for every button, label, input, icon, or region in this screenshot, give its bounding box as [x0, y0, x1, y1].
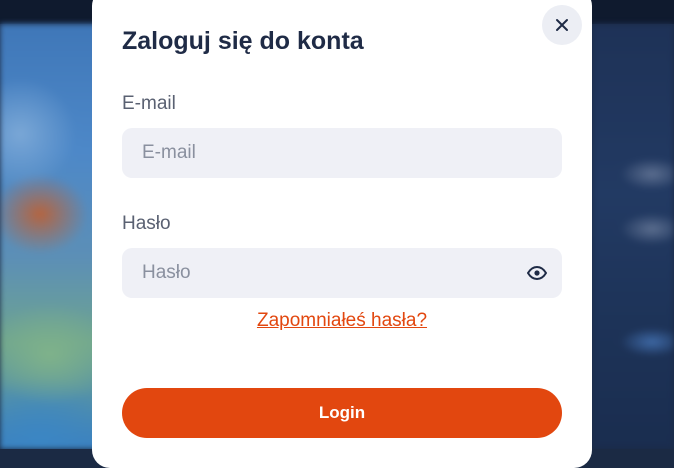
password-field-wrapper	[122, 248, 562, 298]
forgot-password-link[interactable]: Zapomniałeś hasła?	[92, 308, 592, 334]
email-label: E-mail	[122, 93, 176, 114]
password-label: Hasło	[122, 213, 171, 234]
eye-icon	[527, 266, 547, 280]
email-field[interactable]	[122, 128, 562, 178]
close-icon	[556, 19, 568, 31]
login-modal: Zaloguj się do konta E-mail Hasło Zapomn…	[92, 0, 592, 468]
close-button[interactable]	[542, 5, 582, 45]
modal-title: Zaloguj się do konta	[122, 27, 364, 55]
password-field[interactable]	[122, 248, 562, 298]
password-visibility-toggle[interactable]	[526, 262, 548, 284]
email-field-wrapper	[122, 128, 562, 178]
background-right-panel	[592, 24, 674, 449]
login-button[interactable]: Login	[122, 388, 562, 438]
